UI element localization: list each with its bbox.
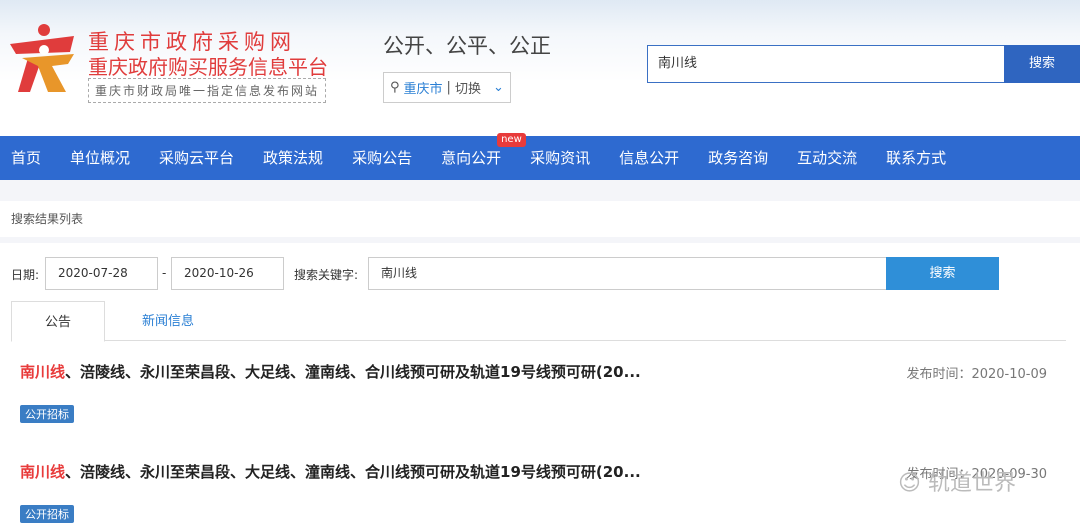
type-tag: 公开招标 — [20, 405, 74, 423]
header: 重庆市政府采购网 重庆政府购买服务信息平台 重庆市财政局唯一指定信息发布网站 公… — [0, 0, 1080, 136]
date-from-input[interactable]: 2020-07-28 — [45, 257, 158, 290]
nav-interact[interactable]: 互动交流 — [797, 136, 857, 180]
watermark: ☺ 轨道世界 — [898, 465, 1016, 497]
title-text: 、涪陵线、永川至荣昌段、大足线、潼南线、合川线预可研及轨道19号线预可研(20.… — [65, 463, 641, 481]
result-title[interactable]: 南川线、涪陵线、永川至荣昌段、大足线、潼南线、合川线预可研及轨道19号线预可研(… — [20, 461, 1050, 482]
tab-divider — [104, 340, 1066, 341]
site-tagline: 重庆市财政局唯一指定信息发布网站 — [88, 78, 327, 103]
main-nav: 首页 单位概况 采购云平台 政策法规 采购公告 意向公开 new 采购资讯 信息公… — [0, 133, 1080, 180]
wechat-icon: ☺ — [898, 471, 921, 496]
new-badge: new — [497, 133, 526, 147]
title-text: 、涪陵线、永川至荣昌段、大足线、潼南线、合川线预可研及轨道19号线预可研(20.… — [65, 363, 641, 381]
type-tag: 公开招标 — [20, 505, 74, 523]
watermark-text: 轨道世界 — [927, 471, 1016, 496]
city-name: 重庆市 — [403, 82, 443, 97]
site-logo — [10, 24, 74, 92]
date-separator: - — [162, 266, 167, 280]
date-to-input[interactable]: 2020-10-26 — [171, 257, 284, 290]
city-switcher[interactable]: ⚲ 重庆市 | 切换 ⌄ — [383, 72, 511, 103]
keyword-label: 搜索关键字: — [294, 268, 359, 282]
nav-notices[interactable]: 采购公告 — [352, 136, 412, 180]
search-button[interactable]: 搜索 — [886, 257, 999, 290]
slogan: 公开、公平、公正 — [383, 34, 551, 58]
result-item: 南川线、涪陵线、永川至荣昌段、大足线、潼南线、合川线预可研及轨道19号线预可研(… — [20, 461, 1050, 523]
nav-policy[interactable]: 政策法规 — [263, 136, 323, 180]
switch-label: 切换 — [454, 82, 481, 97]
date-label: 日期: — [11, 268, 40, 282]
chevron-down-icon: ⌄ — [492, 80, 504, 95]
nav-contact[interactable]: 联系方式 — [886, 136, 946, 180]
nav-news[interactable]: 采购资讯 — [530, 136, 590, 180]
nav-home[interactable]: 首页 — [11, 136, 41, 180]
nav-cloud[interactable]: 采购云平台 — [159, 136, 234, 180]
keyword-highlight: 南川线 — [20, 463, 66, 481]
result-title[interactable]: 南川线、涪陵线、永川至荣昌段、大足线、潼南线、合川线预可研及轨道19号线预可研(… — [20, 361, 1050, 382]
nav-intent-label: 意向公开 — [441, 149, 502, 167]
tab-news[interactable]: 新闻信息 — [120, 301, 216, 342]
keyword-highlight: 南川线 — [20, 363, 66, 381]
tab-announcements[interactable]: 公告 — [11, 301, 105, 342]
divider: | — [446, 80, 451, 95]
breadcrumb: 搜索结果列表 — [0, 201, 1080, 237]
nav-info[interactable]: 信息公开 — [619, 136, 679, 180]
nav-consult[interactable]: 政务咨询 — [708, 136, 768, 180]
site-subtitle: 重庆政府购买服务信息平台 — [88, 55, 328, 79]
location-pin-icon: ⚲ — [390, 80, 400, 95]
publish-date: 发布时间：2020-10-09 — [906, 367, 1047, 382]
nav-intent[interactable]: 意向公开 new — [441, 133, 526, 180]
header-search-input[interactable]: 南川线 — [647, 45, 1005, 83]
header-search-button[interactable]: 搜索 — [1004, 45, 1080, 83]
keyword-input[interactable]: 南川线 — [368, 257, 887, 290]
nav-about[interactable]: 单位概况 — [70, 136, 130, 180]
result-item: 南川线、涪陵线、永川至荣昌段、大足线、潼南线、合川线预可研及轨道19号线预可研(… — [20, 361, 1050, 423]
